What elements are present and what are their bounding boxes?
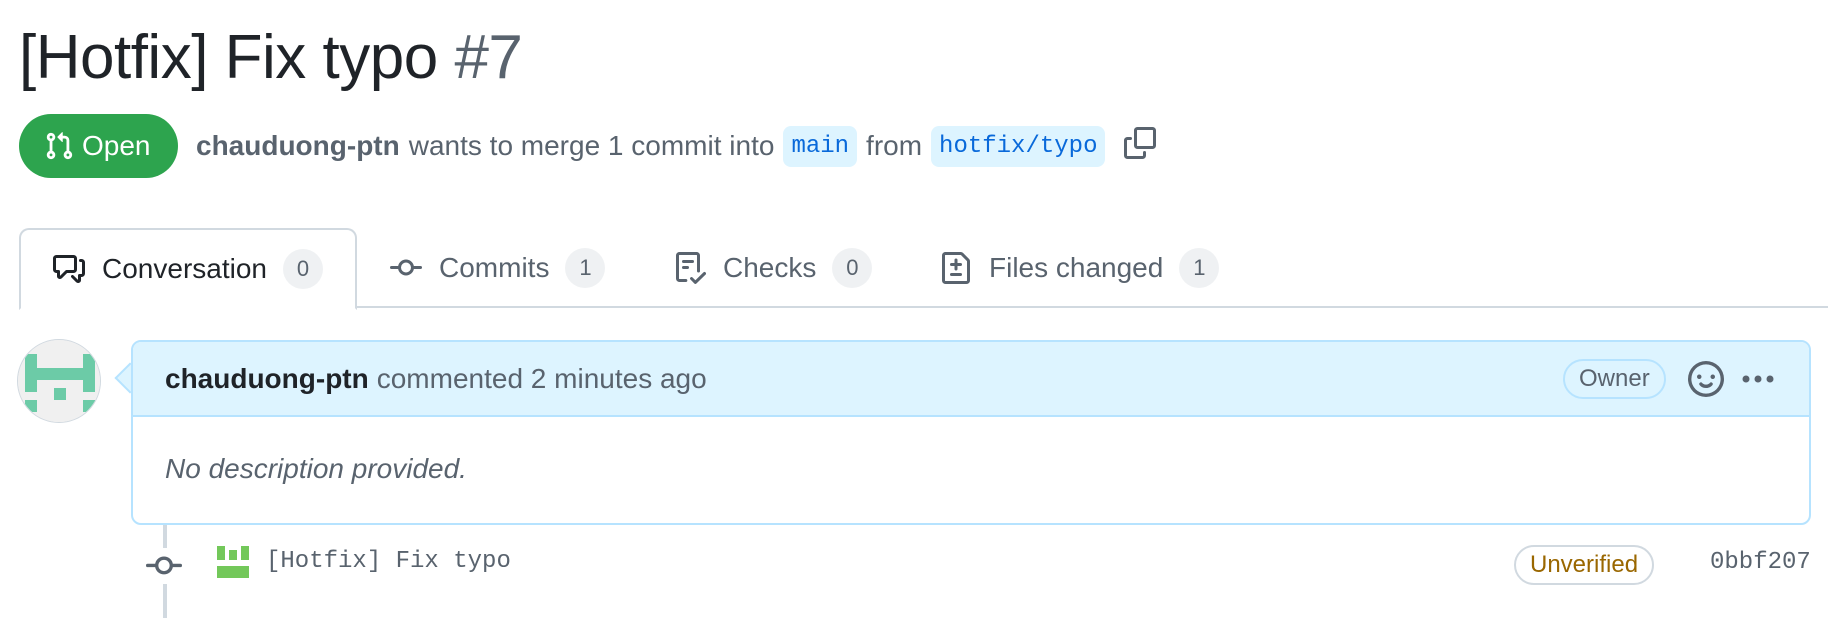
smiley-icon[interactable]: [1688, 361, 1724, 397]
tab-conversation-counter: 0: [282, 249, 323, 289]
tab-commits-label: Commits: [439, 252, 550, 283]
git-commit-icon: [390, 259, 422, 276]
pr-tabs: Conversation 0 Commits 1 Checks 0 Files …: [19, 228, 1828, 310]
avatar[interactable]: [17, 339, 101, 423]
owner-badge: Owner: [1563, 359, 1666, 399]
comment-header: chauduong-ptn commented 2 minutes ago Ow…: [133, 342, 1809, 417]
pr-comment: chauduong-ptn commented 2 minutes ago Ow…: [131, 340, 1811, 525]
kebab-horizontal-icon[interactable]: [1738, 361, 1778, 397]
tab-checks[interactable]: Checks 0: [674, 228, 873, 308]
identicon-image: [18, 340, 100, 422]
comment-body: No description provided.: [165, 453, 467, 484]
tab-files-changed-counter: 1: [1179, 248, 1220, 288]
pr-title: [Hotfix] Fix typo #7: [19, 22, 523, 93]
git-pull-request-icon: [46, 132, 73, 160]
tab-files-changed[interactable]: Files changed 1: [940, 228, 1220, 308]
tab-commits-counter: 1: [565, 248, 606, 288]
commit-sha-link[interactable]: 0bbf207: [1710, 549, 1811, 576]
commit-message-link[interactable]: [Hotfix] Fix typo: [266, 548, 511, 575]
comment-discussion-icon: [53, 255, 85, 283]
tab-checks-label: Checks: [723, 252, 817, 283]
pr-meta: chauduong-ptn wants to merge 1 commit in…: [196, 124, 1157, 168]
comment-timestamp[interactable]: commented 2 minutes ago: [377, 363, 707, 395]
checklist-icon: [676, 252, 706, 284]
tab-conversation[interactable]: Conversation 0: [19, 228, 357, 310]
tab-conversation-label: Conversation: [102, 253, 267, 284]
tab-commits[interactable]: Commits 1: [390, 228, 606, 308]
file-diff-icon: [942, 252, 970, 284]
base-branch[interactable]: main: [783, 125, 858, 167]
copy-icon[interactable]: [1124, 127, 1157, 159]
pr-author-link[interactable]: chauduong-ptn: [196, 130, 400, 162]
pr-title-text: [Hotfix] Fix typo: [19, 23, 438, 92]
git-commit-icon: [146, 548, 182, 584]
pr-number: #7: [454, 23, 523, 92]
tab-checks-counter: 0: [832, 248, 873, 288]
commit-author-avatar[interactable]: [215, 544, 251, 580]
tab-files-changed-label: Files changed: [989, 252, 1164, 283]
merge-text: wants to merge 1 commit into: [408, 130, 775, 161]
unverified-badge[interactable]: Unverified: [1514, 545, 1655, 585]
head-branch[interactable]: hotfix/typo: [931, 125, 1106, 167]
from-text: from: [866, 130, 923, 161]
pr-state-label: Open: [82, 130, 151, 161]
comment-author-link[interactable]: chauduong-ptn: [165, 363, 369, 395]
pr-state-badge: Open: [19, 114, 178, 178]
